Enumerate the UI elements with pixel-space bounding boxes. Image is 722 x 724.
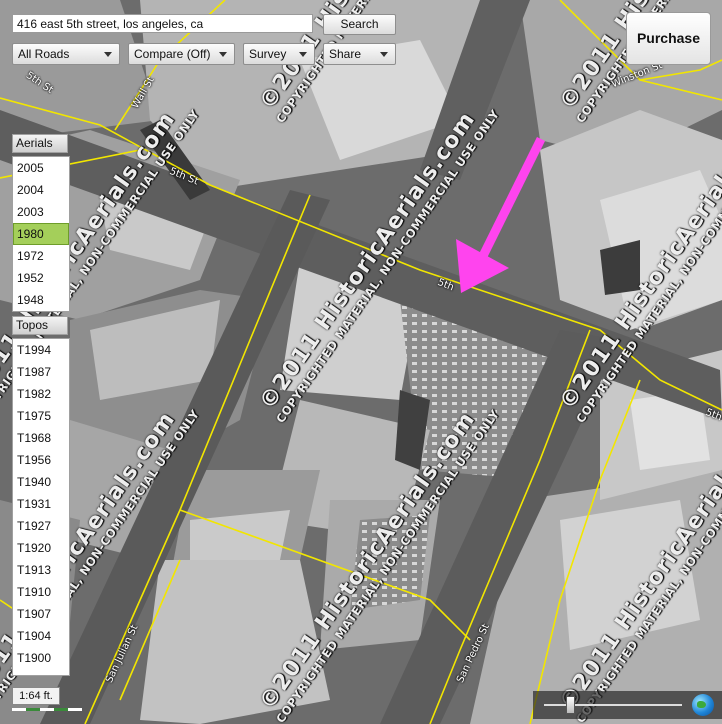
aerial-year-item[interactable]: 2004 (13, 179, 69, 201)
topo-year-item[interactable]: T1940 (13, 471, 69, 493)
topo-year-item[interactable]: T1927 (13, 515, 69, 537)
chevron-down-icon (299, 52, 307, 57)
aerial-map[interactable]: 5th St Wall St 5th St 5th 5th St Winston… (0, 0, 722, 724)
topo-year-item[interactable]: T1920 (13, 537, 69, 559)
compare-dropdown-label: Compare (Off) (134, 47, 211, 61)
map-scale-label: 1:64 ft. (12, 687, 60, 705)
aerial-year-item[interactable]: 2005 (13, 157, 69, 179)
topos-year-list: T1994 T1987 T1982 T1975 T1968 T1956 T194… (12, 338, 70, 676)
compare-dropdown[interactable]: Compare (Off) (128, 43, 235, 65)
address-search-input[interactable]: 416 east 5th street, los angeles, ca (12, 14, 313, 33)
topo-year-item[interactable]: T1975 (13, 405, 69, 427)
topo-year-item[interactable]: T1910 (13, 581, 69, 603)
roads-dropdown-label: All Roads (18, 47, 70, 61)
globe-icon[interactable] (692, 694, 714, 716)
aerial-year-item[interactable]: 1948 (13, 289, 69, 311)
roads-dropdown[interactable]: All Roads (12, 43, 120, 65)
aerials-year-list: 2005 2004 2003 1980 1972 1952 1948 (12, 156, 70, 312)
aerials-header: Aerials (12, 134, 68, 153)
share-dropdown[interactable]: Share (323, 43, 396, 65)
topo-year-item[interactable]: T1956 (13, 449, 69, 471)
aerial-imagery (0, 0, 722, 724)
zoom-slider-track[interactable] (544, 704, 682, 706)
chevron-down-icon (104, 52, 112, 57)
share-dropdown-label: Share (329, 47, 362, 61)
zoom-control (533, 691, 722, 719)
map-scale-bar (12, 708, 82, 711)
topos-header: Topos (12, 316, 68, 335)
survey-dropdown[interactable]: Survey (243, 43, 315, 65)
topo-year-item[interactable]: T1987 (13, 361, 69, 383)
aerial-year-item[interactable]: 1972 (13, 245, 69, 267)
topo-year-item[interactable]: T1900 (13, 647, 69, 669)
topo-year-item[interactable]: T1904 (13, 625, 69, 647)
topo-year-item[interactable]: T1907 (13, 603, 69, 625)
zoom-slider-handle[interactable] (565, 696, 575, 714)
search-button[interactable]: Search (323, 14, 396, 35)
aerial-year-item-selected[interactable]: 1980 (13, 223, 69, 245)
topo-year-item[interactable]: T1931 (13, 493, 69, 515)
chevron-down-icon (219, 52, 227, 57)
topo-year-item[interactable]: T1913 (13, 559, 69, 581)
aerial-year-item[interactable]: 2003 (13, 201, 69, 223)
chevron-down-icon (380, 52, 388, 57)
topo-year-item[interactable]: T1982 (13, 383, 69, 405)
purchase-button[interactable]: Purchase (626, 12, 711, 65)
topo-year-item[interactable]: T1994 (13, 339, 69, 361)
survey-dropdown-label: Survey (249, 47, 287, 61)
aerial-year-item[interactable]: 1952 (13, 267, 69, 289)
topo-year-item[interactable]: T1968 (13, 427, 69, 449)
